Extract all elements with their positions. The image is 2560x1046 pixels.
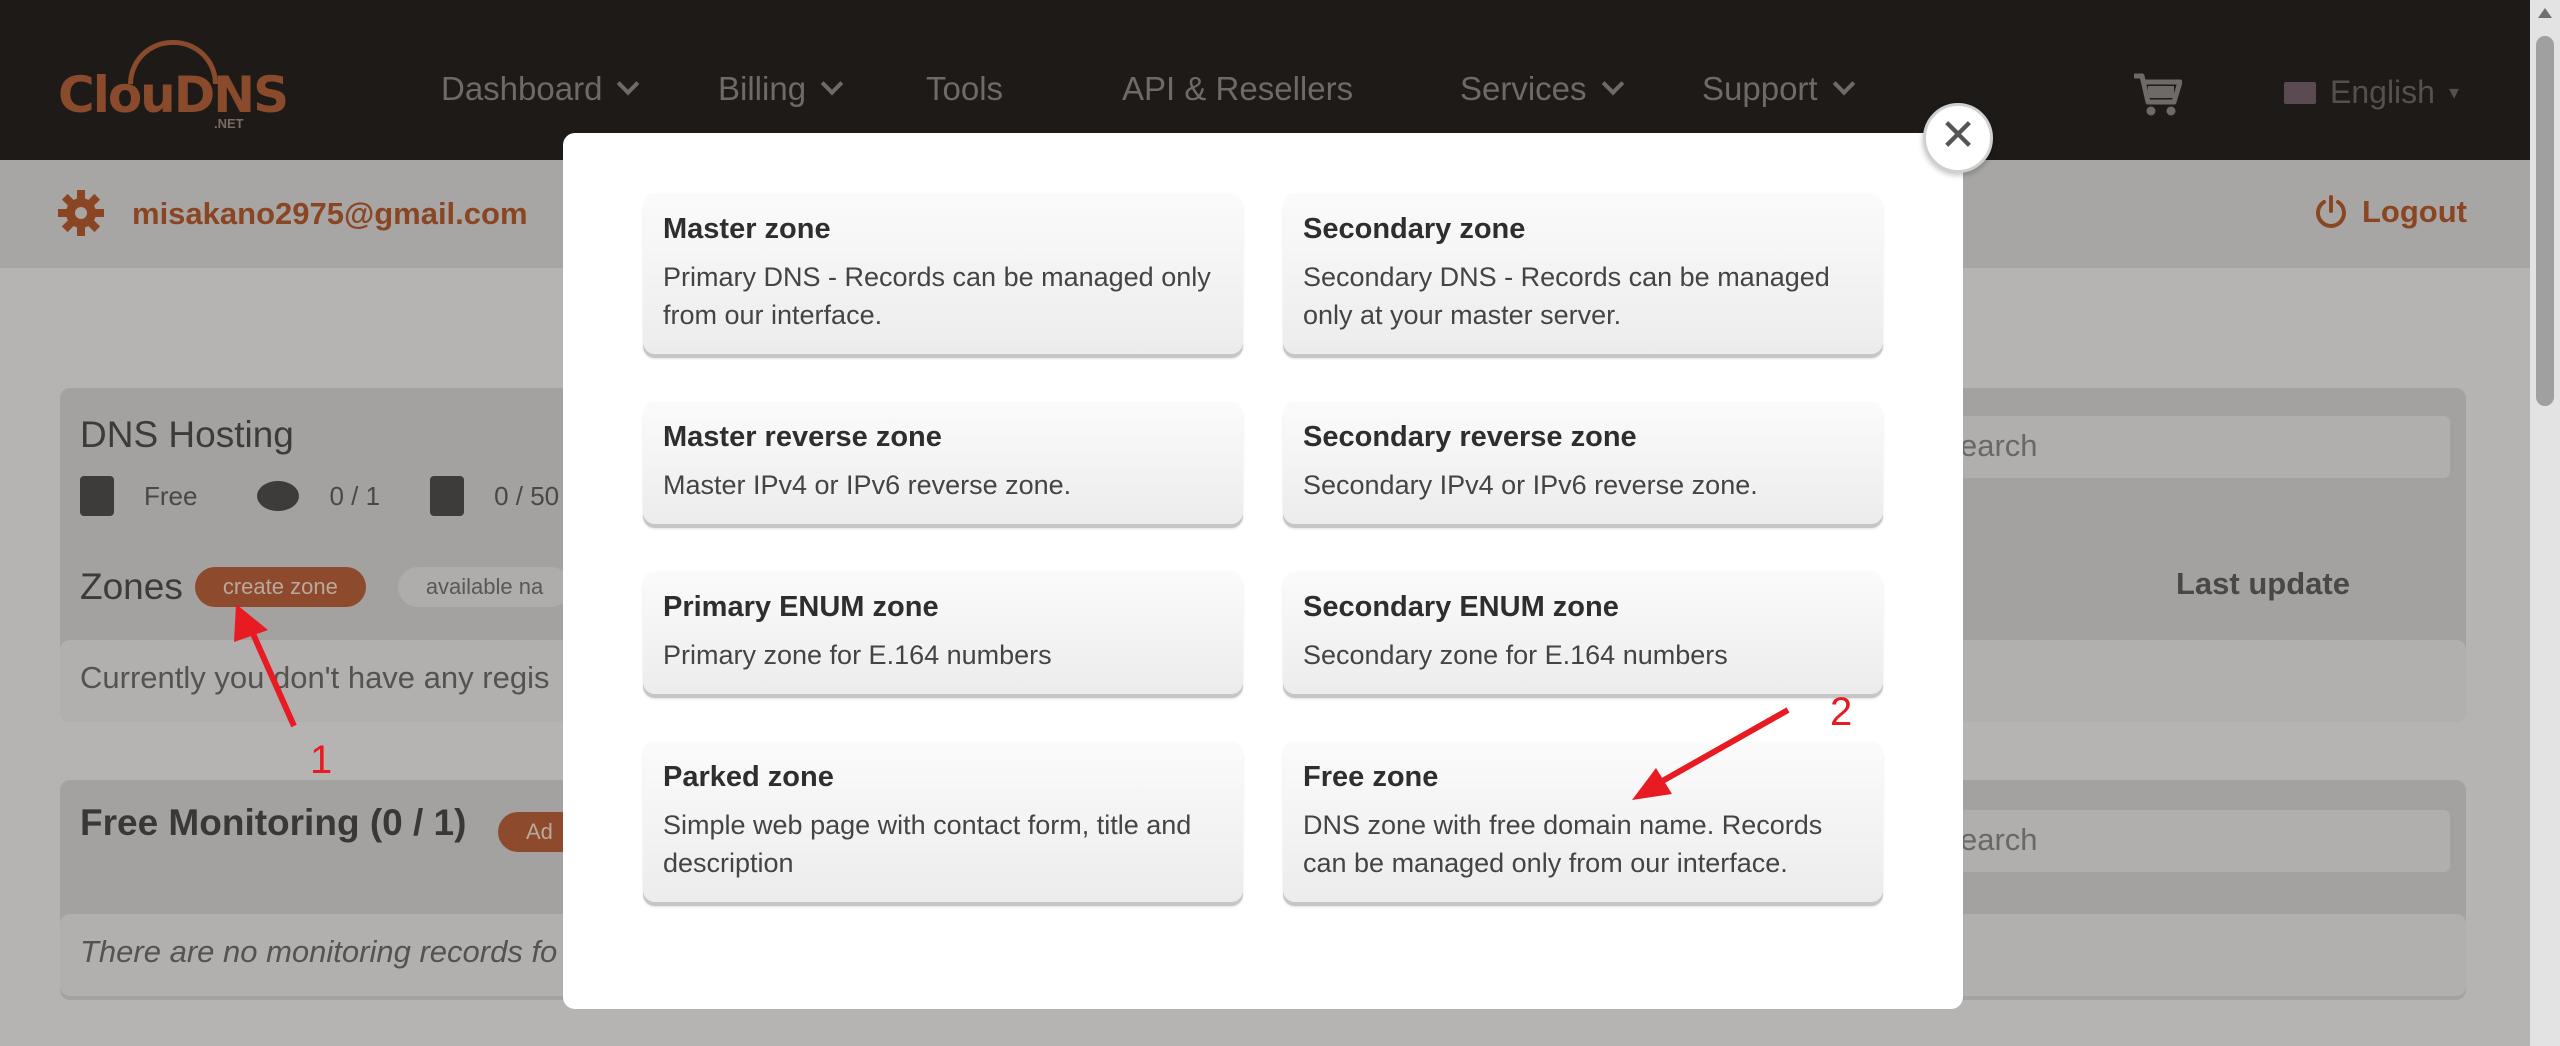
zone-option-desc: Secondary zone for E.164 numbers <box>1303 640 1728 670</box>
nav-dashboard[interactable]: Dashboard <box>441 70 640 108</box>
logout-label: Logout <box>2362 194 2468 229</box>
annotation-arrow-2 <box>1632 707 1790 800</box>
records-icon <box>430 476 465 516</box>
zone-option-desc: DNS zone with free domain name. Records … <box>1303 810 1823 878</box>
flag-icon <box>2284 81 2316 104</box>
nav-label: Dashboard <box>441 70 603 107</box>
available-button[interactable]: available na <box>397 567 572 607</box>
zone-option-secondary[interactable]: Secondary zone Secondary DNS - Records c… <box>1283 193 1883 354</box>
last-update-header: Last update <box>2176 566 2350 601</box>
zones-count: 0 / 1 <box>329 480 381 511</box>
monitoring-search-input[interactable]: earch <box>1940 810 2450 872</box>
nav-label: Services <box>1460 70 1587 107</box>
zone-option-secondary-enum[interactable]: Secondary ENUM zone Secondary zone for E… <box>1283 571 1883 694</box>
zones-search-input[interactable]: earch <box>1940 416 2450 478</box>
zones-header: Zones create zone available na <box>80 566 572 608</box>
nav-billing[interactable]: Billing <box>718 70 844 108</box>
zone-option-title: Secondary reverse zone <box>1303 421 1637 453</box>
logo-text: ClouDNS <box>58 66 289 124</box>
nav-label: Support <box>1702 70 1818 107</box>
cart-icon[interactable] <box>2132 72 2182 118</box>
gear-icon[interactable] <box>58 190 104 236</box>
chevron-down-icon <box>1601 72 1624 96</box>
zone-option-primary-enum[interactable]: Primary ENUM zone Primary zone for E.164… <box>643 571 1243 694</box>
logo[interactable]: ClouDNS .NET <box>58 40 289 132</box>
scrollbar-thumb[interactable] <box>2536 36 2554 406</box>
zone-option-parked[interactable]: Parked zone Simple web page with contact… <box>643 741 1243 902</box>
caret-down-icon: ▾ <box>2448 82 2459 104</box>
zone-option-secondary-reverse[interactable]: Secondary reverse zone Secondary IPv4 or… <box>1283 401 1883 524</box>
zone-option-master-reverse[interactable]: Master reverse zone Master IPv4 or IPv6 … <box>643 401 1243 524</box>
nav-label: Tools <box>926 70 1004 107</box>
zone-option-desc: Secondary DNS - Records can be managed o… <box>1303 262 1830 330</box>
zone-option-desc: Secondary IPv4 or IPv6 reverse zone. <box>1303 470 1758 500</box>
nav-label: Billing <box>718 70 807 107</box>
language-selector[interactable]: English ▾ <box>2284 74 2459 111</box>
monitoring-title: Free Monitoring (0 / 1) <box>80 802 467 843</box>
nav-tools[interactable]: Tools <box>926 70 1003 108</box>
user-email[interactable]: misakano2975@gmail.com <box>132 196 528 232</box>
chevron-down-icon <box>617 72 640 96</box>
zone-option-title: Secondary ENUM zone <box>1303 591 1619 623</box>
logo-suffix: .NET <box>214 116 244 131</box>
dns-hosting-title: DNS Hosting <box>80 414 294 455</box>
scroll-up-icon[interactable] <box>2538 8 2552 18</box>
chevron-down-icon <box>820 72 844 96</box>
modal-close-button[interactable]: ✕ <box>1923 103 1993 173</box>
zone-option-desc: Primary zone for E.164 numbers <box>663 640 1052 670</box>
language-label: English <box>2330 74 2435 110</box>
annotation-number-1: 1 <box>310 738 333 782</box>
nav-support[interactable]: Support <box>1702 70 1855 108</box>
dns-stats: Free 0 / 1 0 / 50 <box>80 476 559 516</box>
zone-option-desc: Master IPv4 or IPv6 reverse zone. <box>663 470 1072 500</box>
zones-label: Zones <box>80 566 183 607</box>
zone-option-title: Primary ENUM zone <box>663 591 939 623</box>
chevron-down-icon <box>1832 72 1855 96</box>
close-icon: ✕ <box>1939 110 1977 161</box>
zone-option-title: Master zone <box>663 213 831 245</box>
tag-check-icon <box>80 476 114 516</box>
power-icon <box>2316 195 2346 228</box>
logout-button[interactable]: Logout <box>2314 194 2467 230</box>
nav-api-resellers[interactable]: API & Resellers <box>1122 70 1353 108</box>
records-count: 0 / 50 <box>494 480 560 511</box>
annotation-number-2: 2 <box>1830 690 1853 734</box>
nav-label: API & Resellers <box>1122 70 1354 107</box>
plan-label: Free <box>144 480 198 511</box>
zone-option-title: Secondary zone <box>1303 213 1526 245</box>
zone-option-desc: Simple web page with contact form, title… <box>663 810 1192 878</box>
zone-option-title: Parked zone <box>663 761 834 793</box>
nav-services[interactable]: Services <box>1460 70 1624 108</box>
zone-option-master[interactable]: Master zone Primary DNS - Records can be… <box>643 193 1243 354</box>
zone-option-title: Master reverse zone <box>663 421 942 453</box>
annotation-arrow-1 <box>234 604 297 728</box>
zone-type-modal: Master zone Primary DNS - Records can be… <box>563 133 1963 1009</box>
globe-icon <box>257 481 300 511</box>
zone-option-desc: Primary DNS - Records can be managed onl… <box>663 262 1211 330</box>
